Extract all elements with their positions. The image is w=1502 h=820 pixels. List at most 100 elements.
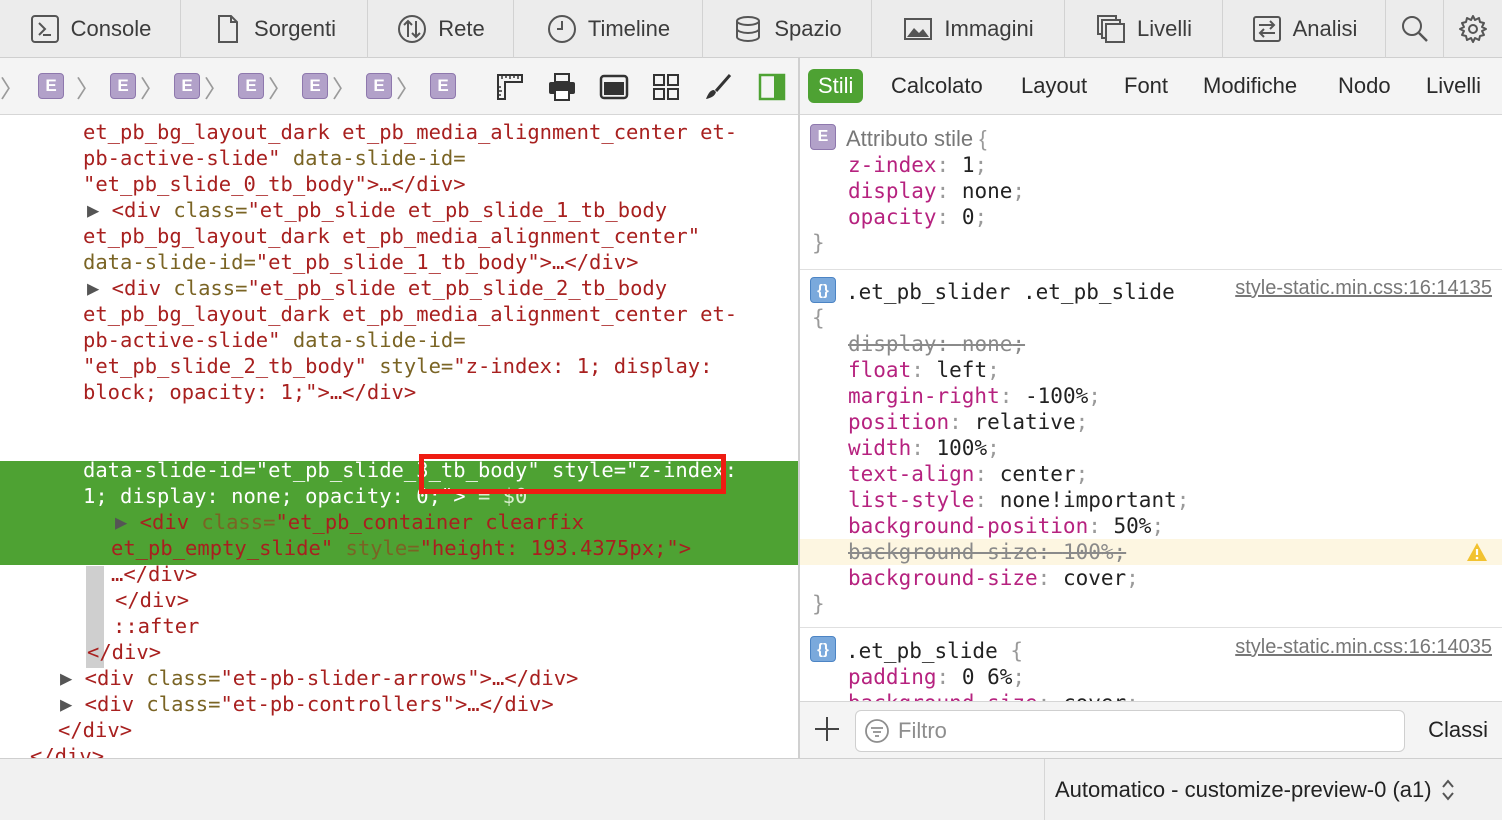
dom-line[interactable]: et_pb_bg_layout_dark et_pb_media_alignme… [83,223,700,249]
tab-calcolato[interactable]: Calcolato [891,69,983,103]
breadcrumb-item[interactable]: 〉 E [76,72,136,103]
style-declaration[interactable]: display: none; [848,178,1025,204]
dom-line[interactable]: pb-active-slide" data-slide-id= [83,327,466,353]
window-icon[interactable] [598,71,630,103]
dom-node[interactable]: ▶ <div class="et-pb-controllers">…</div> [60,691,554,717]
styles-sidebar: Stili Calcolato Layout Font Modifiche No… [800,58,1502,758]
style-declaration[interactable]: background-size: cover; [848,565,1139,591]
dom-line[interactable]: </div> [30,743,104,758]
style-declaration[interactable]: background-position: 50%; [848,513,1164,539]
tab-modifiche[interactable]: Modifiche [1203,69,1297,103]
disclosure-triangle-icon[interactable]: ▶ [87,276,99,300]
dom-line[interactable]: block; opacity: 1;">…</div> [83,379,416,405]
search-button[interactable] [1386,0,1444,58]
grid-icon[interactable] [650,71,682,103]
breadcrumb-item[interactable]: E [38,72,64,100]
sidebar-tab-bar: Stili Calcolato Layout Font Modifiche No… [800,58,1502,115]
breadcrumb-separator: 〉 [0,75,24,103]
disclosure-triangle-icon[interactable]: ▶ [115,510,127,534]
tab-livelli-sidebar[interactable]: Livelli [1426,69,1481,103]
breadcrumb-item[interactable]: 〉 E [204,72,264,103]
dom-node[interactable]: ▶ <div class="et-pb-slider-arrows">…</di… [60,665,578,691]
tab-livelli[interactable]: Livelli [1065,0,1223,58]
breadcrumb: 〉 E 〉 E 〉 E 〉 E 〉 E 〉 E 〉 E [0,58,798,115]
disclosure-triangle-icon[interactable]: ▶ [60,666,72,690]
breadcrumb-item[interactable]: 〉 E [332,72,392,103]
devtools-tab-bar: Console Sorgenti Rete Timeline Spazio Im… [0,0,1502,58]
ruler-icon[interactable] [494,71,526,103]
tab-spazio[interactable]: Spazio [703,0,872,58]
dom-node[interactable]: ▶ <div class="et_pb_slide et_pb_slide_1_… [87,197,667,223]
up-down-chevron-icon [1441,779,1454,801]
style-declaration[interactable]: position: relative; [848,409,1088,435]
dom-line[interactable]: et_pb_bg_layout_dark et_pb_media_alignme… [83,301,737,327]
execution-context-select[interactable]: Automatico - customize-preview-0 (a1) [1044,759,1456,820]
tab-timeline[interactable]: Timeline [514,0,703,58]
tab-stili[interactable]: Stili [808,69,864,103]
source-link[interactable]: style-static.min.css:16:14135 [1235,277,1492,300]
tab-rete[interactable]: Rete [368,0,514,58]
tab-layout[interactable]: Layout [1021,69,1087,103]
style-rule: {} .et_pb_slider .et_pb_slide style-stat… [800,271,1502,628]
tab-label: Console [70,16,152,41]
style-declaration[interactable]: margin-right: -100%; [848,383,1101,409]
style-declaration-overridden[interactable]: display: none; [848,331,1025,357]
disclosure-triangle-icon[interactable]: ▶ [87,198,99,222]
classes-button[interactable]: Classi [1428,717,1488,743]
dom-line[interactable]: et_pb_bg_layout_dark et_pb_media_alignme… [83,119,737,145]
breadcrumb-item[interactable]: 〉 E [268,72,328,103]
style-declaration[interactable]: list-style: none!important; [848,487,1189,513]
dom-line[interactable]: et_pb_empty_slide" style="height: 193.43… [111,535,691,561]
disclosure-triangle-icon[interactable]: ▼ [87,406,99,430]
rule-selector: Attributo stile { [846,126,987,151]
tab-immagini[interactable]: Immagini [872,0,1065,58]
tab-font[interactable]: Font [1124,69,1168,103]
dom-line[interactable]: </div> [115,587,189,613]
breadcrumb-separator: 〉 [76,75,100,103]
tab-label: Livelli [1136,16,1193,41]
dom-line[interactable]: </div> [58,717,132,743]
style-declaration[interactable]: width: 100%; [848,435,1000,461]
dom-line[interactable]: "et_pb_slide_2_tb_body" style="z-index: … [83,353,712,379]
tab-label: Sorgenti [254,16,336,41]
tab-console[interactable]: Console [0,0,181,58]
breadcrumb-item[interactable]: 〉 E [396,72,456,103]
dom-node[interactable]: ▶ <div class="et_pb_slide et_pb_slide_2_… [87,275,667,301]
style-declaration[interactable]: text-align: center; [848,461,1088,487]
image-icon [904,18,933,40]
dom-line[interactable]: data-slide-id="et_pb_slide_1_tb_body">…<… [83,249,638,275]
warning-icon[interactable] [1466,542,1488,562]
style-declaration-overridden[interactable]: background-size: 100%; [848,539,1126,565]
print-icon[interactable] [546,71,578,103]
settings-button[interactable] [1444,0,1502,58]
tab-label: Immagini [944,16,1034,41]
breadcrumb-separator: 〉 [204,75,228,103]
dom-line[interactable]: pb-active-slide" data-slide-id= [83,145,466,171]
add-rule-icon[interactable] [812,714,842,744]
dom-line[interactable]: …</div> [111,561,197,587]
source-link[interactable]: style-static.min.css:16:14035 [1235,636,1492,659]
rule-selector[interactable]: .et_pb_slide { [846,638,1023,664]
elements-pane: 〉 E 〉 E 〉 E 〉 E 〉 E 〉 E 〉 E et_pb_bg_layout_da… [0,58,798,758]
rule-selector[interactable]: .et_pb_slider .et_pb_slide [846,279,1175,305]
disclosure-triangle-icon[interactable]: ▶ [60,692,72,716]
filter-input[interactable]: Filtro [855,710,1405,752]
sidebar-toggle-icon[interactable] [756,71,788,103]
style-declaration[interactable]: padding: 0 6%; [848,664,1025,690]
dom-line[interactable]: "et_pb_slide_0_tb_body">…</div> [83,171,466,197]
style-declaration[interactable]: opacity: 0; [848,204,987,230]
breadcrumb-item[interactable]: 〉 E [140,72,200,103]
tab-sorgenti[interactable]: Sorgenti [181,0,368,58]
selected-dom-node[interactable]: ▼ <div class="et_pb_slide et_pb_slide_3_… [87,405,667,431]
dom-line[interactable]: ::after [113,613,199,639]
style-declaration[interactable]: background-size: cover; [848,690,1139,701]
style-declaration[interactable]: z-index: 1; [848,152,987,178]
dom-tree: et_pb_bg_layout_dark et_pb_media_alignme… [0,115,798,758]
dom-line[interactable]: </div> [87,639,161,665]
style-declaration[interactable]: float: left; [848,357,1000,383]
paintbrush-icon[interactable] [702,71,734,103]
tab-analisi[interactable]: Analisi [1223,0,1386,58]
tab-nodo[interactable]: Nodo [1338,69,1391,103]
dom-node[interactable]: ▶ <div class="et_pb_container clearfix [115,509,584,535]
breadcrumb-item[interactable]: 〉 [0,72,34,103]
